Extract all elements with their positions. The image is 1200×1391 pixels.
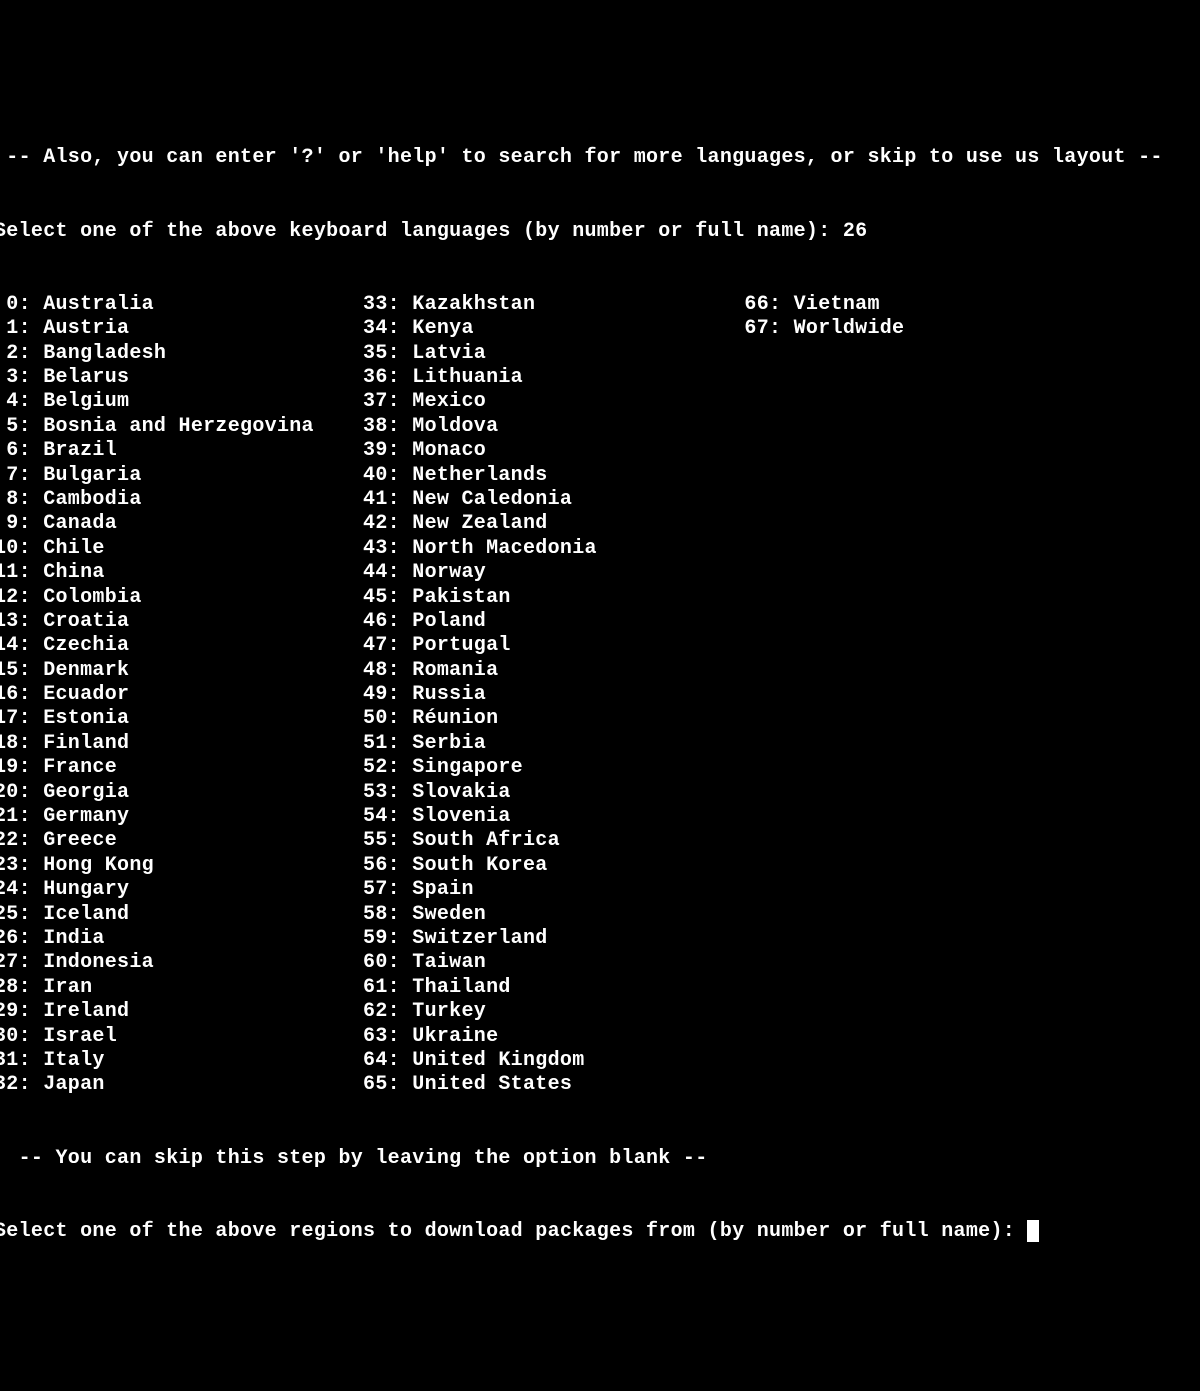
list-row: 18: Finland 51: Serbia [0,732,1200,756]
list-row: 9: Canada 42: New Zealand [0,512,1200,536]
list-item: 9: Canada 42: New Zealand [0,512,548,536]
list-item: 20: Georgia 53: Slovakia [0,781,511,805]
list-item: 23: Hong Kong 56: South Korea [0,854,548,878]
list-row: 27: Indonesia 60: Taiwan [0,951,1200,975]
list-row: 3: Belarus 36: Lithuania [0,366,1200,390]
list-item: 29: Ireland 62: Turkey [0,1000,486,1024]
list-row: 11: China 44: Norway [0,561,1200,585]
list-item: 2: Bangladesh 35: Latvia [0,342,486,366]
list-row: 6: Brazil 39: Monaco [0,439,1200,463]
list-item: 7: Bulgaria 40: Netherlands [0,464,548,488]
list-row: 29: Ireland 62: Turkey [0,1000,1200,1024]
list-item: 11: China 44: Norway [0,561,486,585]
list-row: 28: Iran 61: Thailand [0,976,1200,1000]
list-row: 17: Estonia 50: Réunion [0,707,1200,731]
list-row: 23: Hong Kong 56: South Korea [0,854,1200,878]
list-row: 8: Cambodia 41: New Caledonia [0,488,1200,512]
list-item: 31: Italy 64: United Kingdom [0,1049,585,1073]
list-item: 32: Japan 65: United States [0,1073,572,1097]
list-item: 16: Ecuador 49: Russia [0,683,486,707]
region-list: 0: Australia 33: Kazakhstan 66: Vietnam … [0,293,1200,1098]
list-item: 15: Denmark 48: Romania [0,659,498,683]
list-row: 10: Chile 43: North Macedonia [0,537,1200,561]
list-row: 15: Denmark 48: Romania [0,659,1200,683]
list-row: 13: Croatia 46: Poland [0,610,1200,634]
list-row: 30: Israel 63: Ukraine [0,1025,1200,1049]
list-item: 5: Bosnia and Herzegovina 38: Moldova [0,415,498,439]
list-row: 1: Austria 34: Kenya 67: Worldwide [0,317,1200,341]
list-row: 32: Japan 65: United States [0,1073,1200,1097]
list-row: 7: Bulgaria 40: Netherlands [0,464,1200,488]
list-item: 8: Cambodia 41: New Caledonia [0,488,572,512]
list-item: 22: Greece 55: South Africa [0,829,560,853]
list-row: 20: Georgia 53: Slovakia [0,781,1200,805]
list-row: 0: Australia 33: Kazakhstan 66: Vietnam [0,293,1200,317]
list-item: 12: Colombia 45: Pakistan [0,586,511,610]
keyboard-answer: 26 [843,220,868,244]
list-item: 21: Germany 54: Slovenia [0,805,511,829]
list-row: 19: France 52: Singapore [0,756,1200,780]
terminal-screen[interactable]: -- Also, you can enter '?' or 'help' to … [0,98,1200,1269]
list-item: 27: Indonesia 60: Taiwan [0,951,486,975]
list-item: 6: Brazil 39: Monaco [0,439,486,463]
list-item: 19: France 52: Singapore [0,756,523,780]
list-row: 4: Belgium 37: Mexico [0,390,1200,414]
list-row: 21: Germany 54: Slovenia [0,805,1200,829]
list-row: 26: India 59: Switzerland [0,927,1200,951]
keyboard-select-line: Select one of the above keyboard languag… [0,220,1200,244]
list-item: 1: Austria 34: Kenya 67: Worldwide [0,317,904,341]
list-item: 28: Iran 61: Thailand [0,976,511,1000]
list-row: 22: Greece 55: South Africa [0,829,1200,853]
list-item: 18: Finland 51: Serbia [0,732,486,756]
list-row: 16: Ecuador 49: Russia [0,683,1200,707]
terminal-cursor[interactable] [1027,1220,1039,1242]
list-item: 3: Belarus 36: Lithuania [0,366,523,390]
list-row: 24: Hungary 57: Spain [0,878,1200,902]
list-item: 10: Chile 43: North Macedonia [0,537,597,561]
list-row: 14: Czechia 47: Portugal [0,634,1200,658]
list-row: 5: Bosnia and Herzegovina 38: Moldova [0,415,1200,439]
skip-hint-line: -- You can skip this step by leaving the… [0,1147,1200,1171]
list-item: 26: India 59: Switzerland [0,927,548,951]
list-item: 0: Australia 33: Kazakhstan 66: Vietnam [0,293,880,317]
help-line: -- Also, you can enter '?' or 'help' to … [0,146,1200,170]
list-item: 4: Belgium 37: Mexico [0,390,486,414]
list-row: 2: Bangladesh 35: Latvia [0,342,1200,366]
list-item: 30: Israel 63: Ukraine [0,1025,498,1049]
list-item: 17: Estonia 50: Réunion [0,707,498,731]
list-row: 31: Italy 64: United Kingdom [0,1049,1200,1073]
list-item: 13: Croatia 46: Poland [0,610,486,634]
region-prompt-line[interactable]: Select one of the above regions to downl… [0,1220,1200,1244]
list-row: 12: Colombia 45: Pakistan [0,586,1200,610]
list-item: 14: Czechia 47: Portugal [0,634,511,658]
list-item: 24: Hungary 57: Spain [0,878,474,902]
